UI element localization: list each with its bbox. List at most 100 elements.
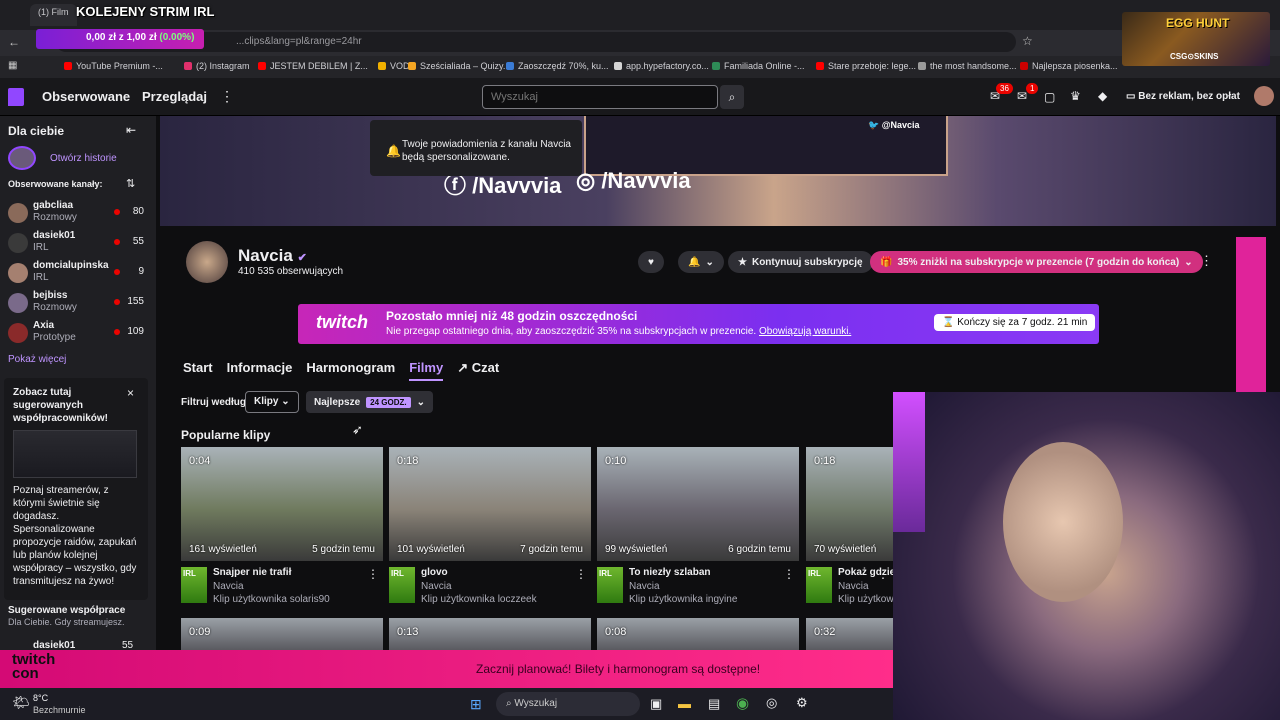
- channel-tabs: Start Informacje Harmonogram Filmy ↗ Cza…: [183, 360, 499, 381]
- tab-chat[interactable]: ↗ Czat: [457, 360, 499, 381]
- bookmark-item[interactable]: JESTEM DEBILEM | Z...: [258, 61, 368, 71]
- collab-title: Sugerowane współprace: [8, 605, 126, 616]
- clip-thumbnail[interactable]: 0:18 101 wyświetleń 7 godzin temu: [389, 447, 591, 561]
- settings-icon[interactable]: ⚙: [796, 695, 808, 711]
- tab-info[interactable]: Informacje: [227, 360, 293, 381]
- clip-game-boxart[interactable]: IRL: [806, 567, 832, 603]
- obs-icon[interactable]: ◎: [766, 695, 777, 711]
- sort-icon[interactable]: ⇅: [126, 177, 135, 190]
- back-icon[interactable]: ←: [8, 35, 20, 49]
- user-avatar[interactable]: [1254, 86, 1274, 106]
- clip-title[interactable]: To niezły szlaban: [629, 567, 711, 578]
- channel-avatar: [8, 263, 28, 283]
- clip-thumbnail[interactable]: 0:04 161 wyświetleń 5 godzin temu: [181, 447, 383, 561]
- prime-icon[interactable]: ♛: [1070, 89, 1081, 103]
- ad-free-button[interactable]: ▭ Bez reklam, bez opłat: [1126, 91, 1240, 102]
- bookmark-item[interactable]: Familiada Online -...: [712, 61, 805, 71]
- notifications-icon[interactable]: ✉: [1017, 89, 1027, 103]
- clip-card[interactable]: 0:18 101 wyświetleń 7 godzin temu IRL gl…: [389, 447, 591, 607]
- filter-dropdown[interactable]: Klipy ⌄: [245, 391, 299, 413]
- channel-avatar: [8, 203, 28, 223]
- sidebar-channel[interactable]: bejbiss Rozmowy 155: [8, 290, 148, 318]
- sidebar-channel[interactable]: domcialupinska IRL 9: [8, 260, 148, 288]
- clip-channel[interactable]: Navcia: [629, 581, 660, 592]
- gift-sub-button[interactable]: 🎁 35% zniżki na subskrypcje w prezencie (…: [870, 251, 1203, 273]
- bookmark-item[interactable]: app.hypefactory.co...: [614, 61, 709, 71]
- bits-icon[interactable]: ◆: [1098, 89, 1107, 103]
- bookmark-item[interactable]: YouTube Premium -...: [64, 61, 163, 71]
- show-more-link[interactable]: Pokaż więcej: [8, 354, 66, 365]
- bookmark-favicon: [614, 62, 622, 70]
- clip-card[interactable]: 0:04 161 wyświetleń 5 godzin temu IRL Sn…: [181, 447, 383, 607]
- clip-title[interactable]: glovo: [421, 567, 448, 578]
- tab-start[interactable]: Start: [183, 360, 213, 381]
- tab-schedule[interactable]: Harmonogram: [306, 360, 395, 381]
- clip-more-icon[interactable]: ⋮: [367, 567, 379, 581]
- windows-start-icon[interactable]: ⊞: [470, 696, 482, 713]
- channel-avatar[interactable]: [186, 241, 228, 283]
- nav-browse[interactable]: Przeglądaj: [142, 89, 207, 104]
- whispers-icon[interactable]: ▢: [1044, 90, 1055, 104]
- clip-card[interactable]: 0:32: [806, 618, 893, 650]
- sidebar-channel[interactable]: gabcliaa Rozmowy 80: [8, 200, 148, 228]
- sidebar-channel-viewers: 155: [127, 296, 144, 307]
- clip-more-icon[interactable]: ⋮: [783, 567, 795, 581]
- taskbar-search[interactable]: ⌕ Wyszukaj: [496, 692, 640, 716]
- clip-card[interactable]: 0:09: [181, 618, 383, 650]
- facebook-handle: /Navvvia: [472, 173, 562, 198]
- twitch-logo-icon[interactable]: [8, 88, 24, 106]
- follow-button[interactable]: ♥: [638, 251, 664, 273]
- clip-channel[interactable]: Navcia: [213, 581, 244, 592]
- clip-game-boxart[interactable]: IRL: [597, 567, 623, 603]
- bookmark-item[interactable]: Zaoszczędź 70%, ku...: [506, 61, 609, 71]
- clip-channel[interactable]: Navcia: [838, 581, 869, 592]
- channel-more-icon[interactable]: ⋮: [1200, 253, 1213, 269]
- clip-card[interactable]: 0:10 99 wyświetleń 6 godzin temu IRL To …: [597, 447, 799, 607]
- bookmark-item[interactable]: (2) Instagram: [184, 61, 250, 71]
- clip-card[interactable]: 0:08: [597, 618, 799, 650]
- search-button[interactable]: ⌕: [720, 85, 744, 109]
- clip-channel[interactable]: Navcia: [421, 581, 452, 592]
- bookmark-item[interactable]: Najlepsza piosenka...: [1020, 61, 1118, 71]
- bookmark-star-icon[interactable]: ☆: [1022, 34, 1033, 48]
- task-view-icon[interactable]: ▣: [650, 696, 662, 712]
- clip-game-boxart[interactable]: IRL: [181, 567, 207, 603]
- promo-terms-link[interactable]: Obowiązują warunki.: [759, 326, 851, 337]
- bookmark-item[interactable]: the most handsome...: [918, 61, 1017, 71]
- clip-more-icon[interactable]: ⋮: [877, 567, 889, 581]
- more-menu-icon[interactable]: ⋮: [220, 88, 234, 105]
- sidebar-channel[interactable]: dasiek01 IRL 55: [8, 230, 148, 258]
- bookmark-label: (2) Instagram: [196, 61, 250, 71]
- open-stories-link[interactable]: Otwórz historie: [50, 153, 117, 164]
- clip-thumbnail[interactable]: 0:18 70 wyświetleń: [806, 447, 893, 561]
- sort-dropdown[interactable]: Najlepsze 24 GODZ. ⌄: [306, 391, 433, 413]
- clip-title[interactable]: Snajper nie trafił: [213, 567, 291, 578]
- bookmark-item[interactable]: Stare przeboje: lege...: [816, 61, 916, 71]
- chrome-icon[interactable]: ◉: [736, 694, 749, 712]
- clip-game-boxart[interactable]: IRL: [389, 567, 415, 603]
- windows-taskbar: 🌤 8°C Bezchmurnie ⊞ ⌕ Wyszukaj ▣ ▬ ▤ ◉ ◎…: [0, 688, 893, 720]
- file-explorer-icon[interactable]: ▬: [678, 696, 691, 711]
- bell-icon: 🔔: [386, 144, 401, 158]
- clip-more-icon[interactable]: ⋮: [575, 567, 587, 581]
- close-icon[interactable]: ×: [127, 386, 134, 400]
- clip-card[interactable]: 0:18 70 wyświetleń IRL Pokaż gdzie Navci…: [806, 447, 893, 607]
- notification-settings-button[interactable]: 🔔 ⌄: [678, 251, 724, 273]
- continue-sub-button[interactable]: ★ Kontynuuj subskrypcję: [728, 251, 873, 273]
- apps-grid-icon[interactable]: ▦: [8, 60, 17, 71]
- collapse-sidebar-icon[interactable]: ⇤: [126, 123, 136, 137]
- clip-card[interactable]: 0:13: [389, 618, 591, 650]
- browser-tab[interactable]: (1) Film: [30, 4, 77, 26]
- clip-views: 101 wyświetleń: [397, 544, 465, 555]
- stories-avatar[interactable]: [8, 146, 36, 170]
- collab-promo-card: Zobacz tutaj sugerowanych współpracownik…: [4, 378, 148, 600]
- clip-thumbnail[interactable]: 0:10 99 wyświetleń 6 godzin temu: [597, 447, 799, 561]
- tab-videos[interactable]: Filmy: [409, 360, 444, 381]
- sidebar-channel[interactable]: Axia Prototype 109: [8, 320, 148, 348]
- nav-followed[interactable]: Obserwowane: [42, 89, 130, 104]
- clip-views: 99 wyświetleń: [605, 544, 668, 555]
- bookmark-item[interactable]: Sześcialiada – Quizy...: [408, 61, 510, 71]
- search-input[interactable]: [482, 85, 718, 109]
- store-icon[interactable]: ▤: [708, 696, 720, 712]
- notification-toast: 🔔 Twoje powiadomienia z kanału Navcia bę…: [370, 120, 582, 176]
